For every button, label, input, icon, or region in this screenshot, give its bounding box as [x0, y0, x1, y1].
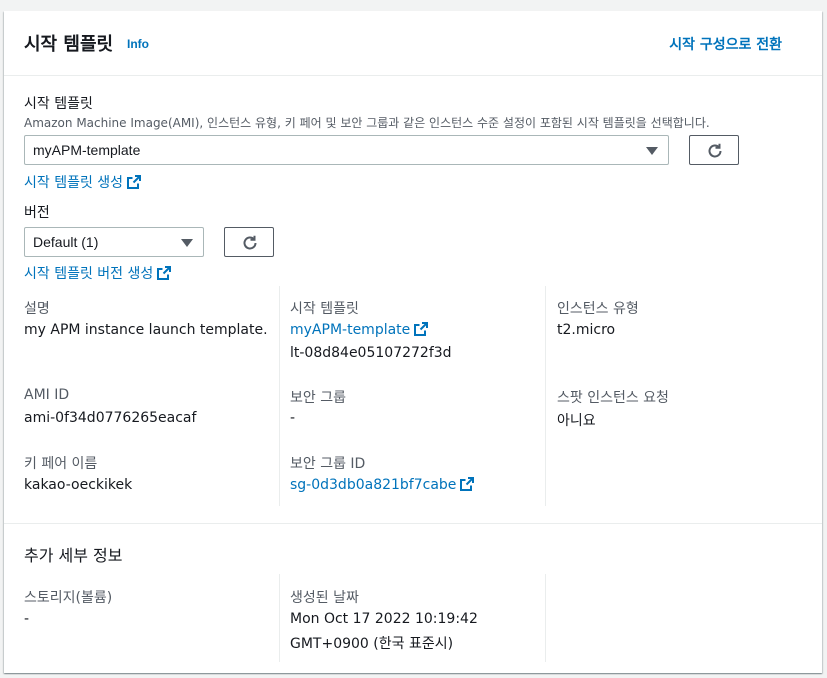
- panel-title: 시작 템플릿: [24, 34, 114, 55]
- description-value: my APM instance launch template.: [24, 322, 268, 338]
- refresh-icon: [243, 235, 257, 250]
- ami-id-label: AMI ID: [24, 387, 70, 403]
- caret-down-icon: [181, 239, 193, 247]
- caret-down-icon: [646, 147, 658, 155]
- template-field-label: 시작 템플릿: [24, 96, 93, 112]
- panel-header: 시작 템플릿 Info 시작 구성으로 전환: [4, 11, 822, 76]
- key-pair-value: kakao-oeckikek: [24, 477, 133, 493]
- instance-type-value: t2.micro: [557, 322, 616, 338]
- external-link-icon: [127, 175, 142, 189]
- launch-template-panel: 시작 템플릿 Info 시작 구성으로 전환 시작 템플릿 Amazon Mac…: [4, 11, 822, 673]
- version-refresh-button[interactable]: [224, 227, 274, 257]
- info-link[interactable]: Info: [127, 37, 149, 51]
- storage-label: 스토리지(볼륨): [24, 590, 113, 606]
- security-group-value: -: [290, 410, 296, 426]
- version-select-value: Default (1): [33, 234, 99, 250]
- section-divider: [4, 523, 822, 524]
- security-group-id-link-label: sg-0d3db0a821bf7cabe: [290, 477, 457, 493]
- column-divider: [545, 286, 546, 506]
- additional-details-title: 추가 세부 정보: [24, 546, 123, 565]
- detail-template-label: 시작 템플릿: [290, 301, 359, 317]
- column-divider: [279, 286, 280, 506]
- create-version-link-label: 시작 템플릿 버전 생성: [24, 266, 154, 282]
- refresh-icon: [708, 143, 722, 158]
- detail-template-link-label: myAPM-template: [290, 322, 411, 338]
- column-divider: [545, 574, 546, 662]
- external-link-icon: [157, 266, 172, 280]
- create-version-link[interactable]: 시작 템플릿 버전 생성: [24, 263, 172, 283]
- security-group-id-link[interactable]: sg-0d3db0a821bf7cabe: [290, 477, 475, 493]
- spot-request-value: 아니요: [557, 413, 596, 429]
- create-template-link[interactable]: 시작 템플릿 생성: [24, 172, 142, 192]
- version-field-label: 버전: [24, 205, 50, 221]
- create-template-link-label: 시작 템플릿 생성: [24, 175, 124, 191]
- instance-type-label: 인스턴스 유형: [557, 301, 639, 317]
- external-link-icon: [460, 477, 475, 491]
- created-date-line1: Mon Oct 17 2022 10:19:42: [290, 611, 478, 627]
- detail-template-link[interactable]: myAPM-template: [290, 322, 429, 338]
- template-select[interactable]: myAPM-template: [24, 135, 669, 165]
- key-pair-label: 키 페어 이름: [24, 456, 98, 472]
- version-select[interactable]: Default (1): [24, 227, 204, 257]
- description-label: 설명: [24, 301, 50, 317]
- template-refresh-button[interactable]: [689, 135, 739, 165]
- security-group-id-label: 보안 그룹 ID: [290, 456, 366, 472]
- column-divider: [279, 574, 280, 662]
- storage-value: -: [24, 611, 30, 627]
- template-select-value: myAPM-template: [33, 142, 141, 158]
- created-date-label: 생성된 날짜: [290, 590, 359, 606]
- created-date-line2: GMT+0900 (한국 표준시): [290, 636, 454, 652]
- ami-id-value: ami-0f34d0776265eacaf: [24, 410, 197, 426]
- detail-template-id: lt-08d84e05107272f3d: [290, 345, 452, 361]
- external-link-icon: [414, 322, 429, 336]
- template-field-description: Amazon Machine Image(AMI), 인스턴스 유형, 키 페어…: [24, 116, 710, 130]
- spot-request-label: 스팟 인스턴스 요청: [557, 390, 669, 406]
- security-group-label: 보안 그룹: [290, 390, 346, 406]
- switch-to-launch-config-button[interactable]: 시작 구성으로 전환: [669, 34, 782, 54]
